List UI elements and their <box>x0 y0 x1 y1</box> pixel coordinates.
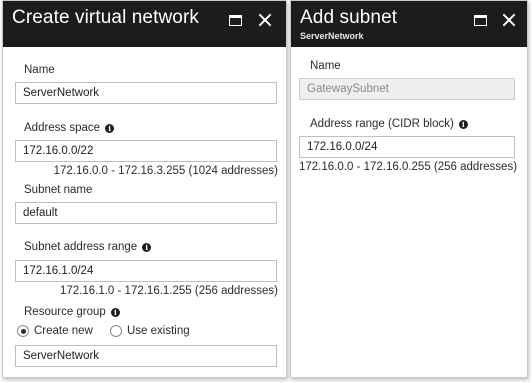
maximize-icon <box>473 14 487 26</box>
blade-title: Create virtual network <box>12 7 199 28</box>
address-space-hint: 172.16.0.0 - 172.16.3.255 (1024 addresse… <box>53 165 278 177</box>
address-range-label-text: Address range (CIDR block) <box>310 118 454 130</box>
blade-header: Add subnet ServerNetwork <box>291 1 527 47</box>
subnet-address-range-input[interactable]: 172.16.1.0/24 <box>15 260 277 282</box>
address-space-label-text: Address space <box>24 122 101 134</box>
subnet-address-range-label: Subnet address range i <box>24 241 152 253</box>
info-icon[interactable]: i <box>458 119 468 129</box>
create-virtual-network-blade: Create virtual network Name ServerNetwor… <box>2 0 287 378</box>
resource-group-label-text: Resource group <box>24 306 106 318</box>
maximize-button[interactable] <box>471 11 489 29</box>
name-label-text: Name <box>24 64 55 76</box>
info-icon[interactable]: i <box>142 242 152 252</box>
close-icon <box>502 13 516 27</box>
radio-button-checked[interactable] <box>17 325 29 337</box>
address-space-label: Address space i <box>24 122 115 134</box>
info-icon[interactable]: i <box>110 307 120 317</box>
subnet-name-label-text: Name <box>310 60 341 72</box>
subnet-name-label: Subnet name <box>24 184 92 196</box>
radio-create-new-label: Create new <box>34 325 93 337</box>
subnet-name-label: Name <box>310 60 341 72</box>
subnet-name-label-text: Subnet name <box>24 184 93 196</box>
subnet-name-input: GatewaySubnet <box>299 78 515 100</box>
resource-group-input[interactable]: ServerNetwork <box>15 345 277 367</box>
address-range-input[interactable]: 172.16.0.0/24 <box>299 136 515 158</box>
name-input[interactable]: ServerNetwork <box>15 82 277 104</box>
blade-subtitle: ServerNetwork <box>300 31 364 41</box>
radio-use-existing[interactable]: Use existing <box>110 325 190 337</box>
address-range-hint: 172.16.0.0 - 172.16.0.255 (256 addresses… <box>299 161 518 173</box>
blade-title: Add subnet <box>300 7 398 28</box>
radio-create-new[interactable]: Create new <box>17 325 93 337</box>
resource-group-label: Resource group i <box>24 306 120 318</box>
close-icon <box>258 13 272 27</box>
radio-use-existing-label: Use existing <box>127 325 190 337</box>
close-button[interactable] <box>500 11 518 29</box>
address-space-input[interactable]: 172.16.0.0/22 <box>15 140 277 162</box>
maximize-button[interactable] <box>226 11 244 29</box>
add-subnet-blade: Add subnet ServerNetwork Name GatewaySub… <box>290 0 528 378</box>
close-button[interactable] <box>256 11 274 29</box>
info-icon[interactable]: i <box>105 123 115 133</box>
blade-header: Create virtual network <box>3 1 286 47</box>
radio-button[interactable] <box>110 325 122 337</box>
subnet-address-range-hint: 172.16.1.0 - 172.16.1.255 (256 addresses… <box>59 285 278 297</box>
address-range-label: Address range (CIDR block) i <box>310 118 468 130</box>
maximize-icon <box>228 14 242 26</box>
subnet-name-input[interactable]: default <box>15 202 277 224</box>
name-label: Name <box>24 64 55 76</box>
subnet-address-range-label-text: Subnet address range <box>24 241 138 253</box>
